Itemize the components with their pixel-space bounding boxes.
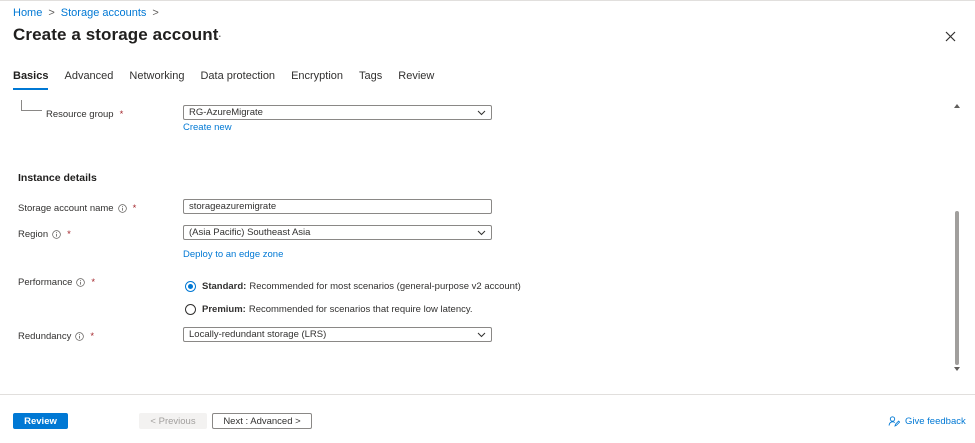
region-label: Region *	[18, 229, 71, 240]
next-advanced-button[interactable]: Next : Advanced >	[212, 413, 312, 429]
create-new-link[interactable]: Create new	[183, 122, 232, 133]
redundancy-select[interactable]: Locally-redundant storage (LRS)	[183, 327, 492, 342]
tab-basics[interactable]: Basics	[13, 70, 49, 90]
performance-premium-radio[interactable]: Premium: Recommended for scenarios that …	[185, 304, 473, 315]
previous-button: < Previous	[139, 413, 207, 429]
info-icon[interactable]	[117, 204, 127, 213]
required-indicator: *	[132, 203, 137, 214]
tab-review[interactable]: Review	[398, 70, 434, 90]
close-icon	[945, 31, 955, 41]
feedback-icon	[888, 416, 900, 427]
chevron-down-icon	[477, 230, 486, 236]
instance-details-heading: Instance details	[18, 172, 97, 184]
more-options-button[interactable]: ···	[207, 28, 223, 43]
performance-standard-radio[interactable]: Standard: Recommended for most scenarios…	[185, 281, 521, 292]
storage-account-name-text[interactable]	[189, 201, 491, 212]
resource-group-select[interactable]: RG-AzureMigrate	[183, 105, 492, 120]
tab-encryption[interactable]: Encryption	[291, 70, 343, 90]
scroll-down-icon[interactable]	[953, 365, 961, 373]
scrollbar-thumb[interactable]	[955, 211, 959, 365]
required-indicator: *	[91, 277, 96, 288]
footer-bar: Review < Previous Next : Advanced > Give…	[0, 394, 975, 443]
scroll-up-icon[interactable]	[953, 102, 961, 110]
chevron-right-icon: >	[48, 7, 55, 19]
radio-unchecked-icon[interactable]	[185, 304, 196, 315]
radio-checked-icon[interactable]	[185, 281, 196, 292]
breadcrumb-storage-accounts-link[interactable]: Storage accounts	[61, 7, 147, 19]
info-icon[interactable]	[75, 332, 85, 341]
tab-advanced[interactable]: Advanced	[64, 70, 113, 90]
tree-connector	[21, 100, 42, 111]
close-button[interactable]	[941, 27, 959, 45]
required-indicator: *	[119, 109, 124, 120]
give-feedback-link[interactable]: Give feedback	[888, 415, 966, 427]
breadcrumb: Home > Storage accounts >	[13, 7, 161, 19]
info-icon[interactable]	[76, 278, 86, 287]
vertical-scrollbar[interactable]	[952, 100, 962, 376]
region-select[interactable]: (Asia Pacific) Southeast Asia	[183, 225, 492, 240]
storage-account-name-label: Storage account name *	[18, 203, 137, 214]
review-button[interactable]: Review	[13, 413, 68, 429]
breadcrumb-home-link[interactable]: Home	[13, 7, 42, 19]
performance-label: Performance *	[18, 277, 96, 288]
chevron-right-icon: >	[152, 7, 159, 19]
chevron-down-icon	[477, 332, 486, 338]
tab-networking[interactable]: Networking	[129, 70, 184, 90]
chevron-down-icon	[477, 110, 486, 116]
page-title: Create a storage account	[13, 25, 219, 44]
storage-account-name-input[interactable]	[183, 199, 492, 214]
required-indicator: *	[90, 331, 95, 342]
required-indicator: *	[67, 229, 71, 240]
tab-data-protection[interactable]: Data protection	[200, 70, 275, 90]
redundancy-label: Redundancy *	[18, 331, 95, 342]
deploy-edge-zone-link[interactable]: Deploy to an edge zone	[183, 249, 283, 260]
form-content: Resource group * RG-AzureMigrate Create n…	[0, 100, 948, 380]
resource-group-label: Resource group *	[46, 109, 124, 120]
tab-bar: Basics Advanced Networking Data protecti…	[13, 70, 450, 90]
tab-tags[interactable]: Tags	[359, 70, 382, 90]
info-icon[interactable]	[52, 230, 61, 239]
